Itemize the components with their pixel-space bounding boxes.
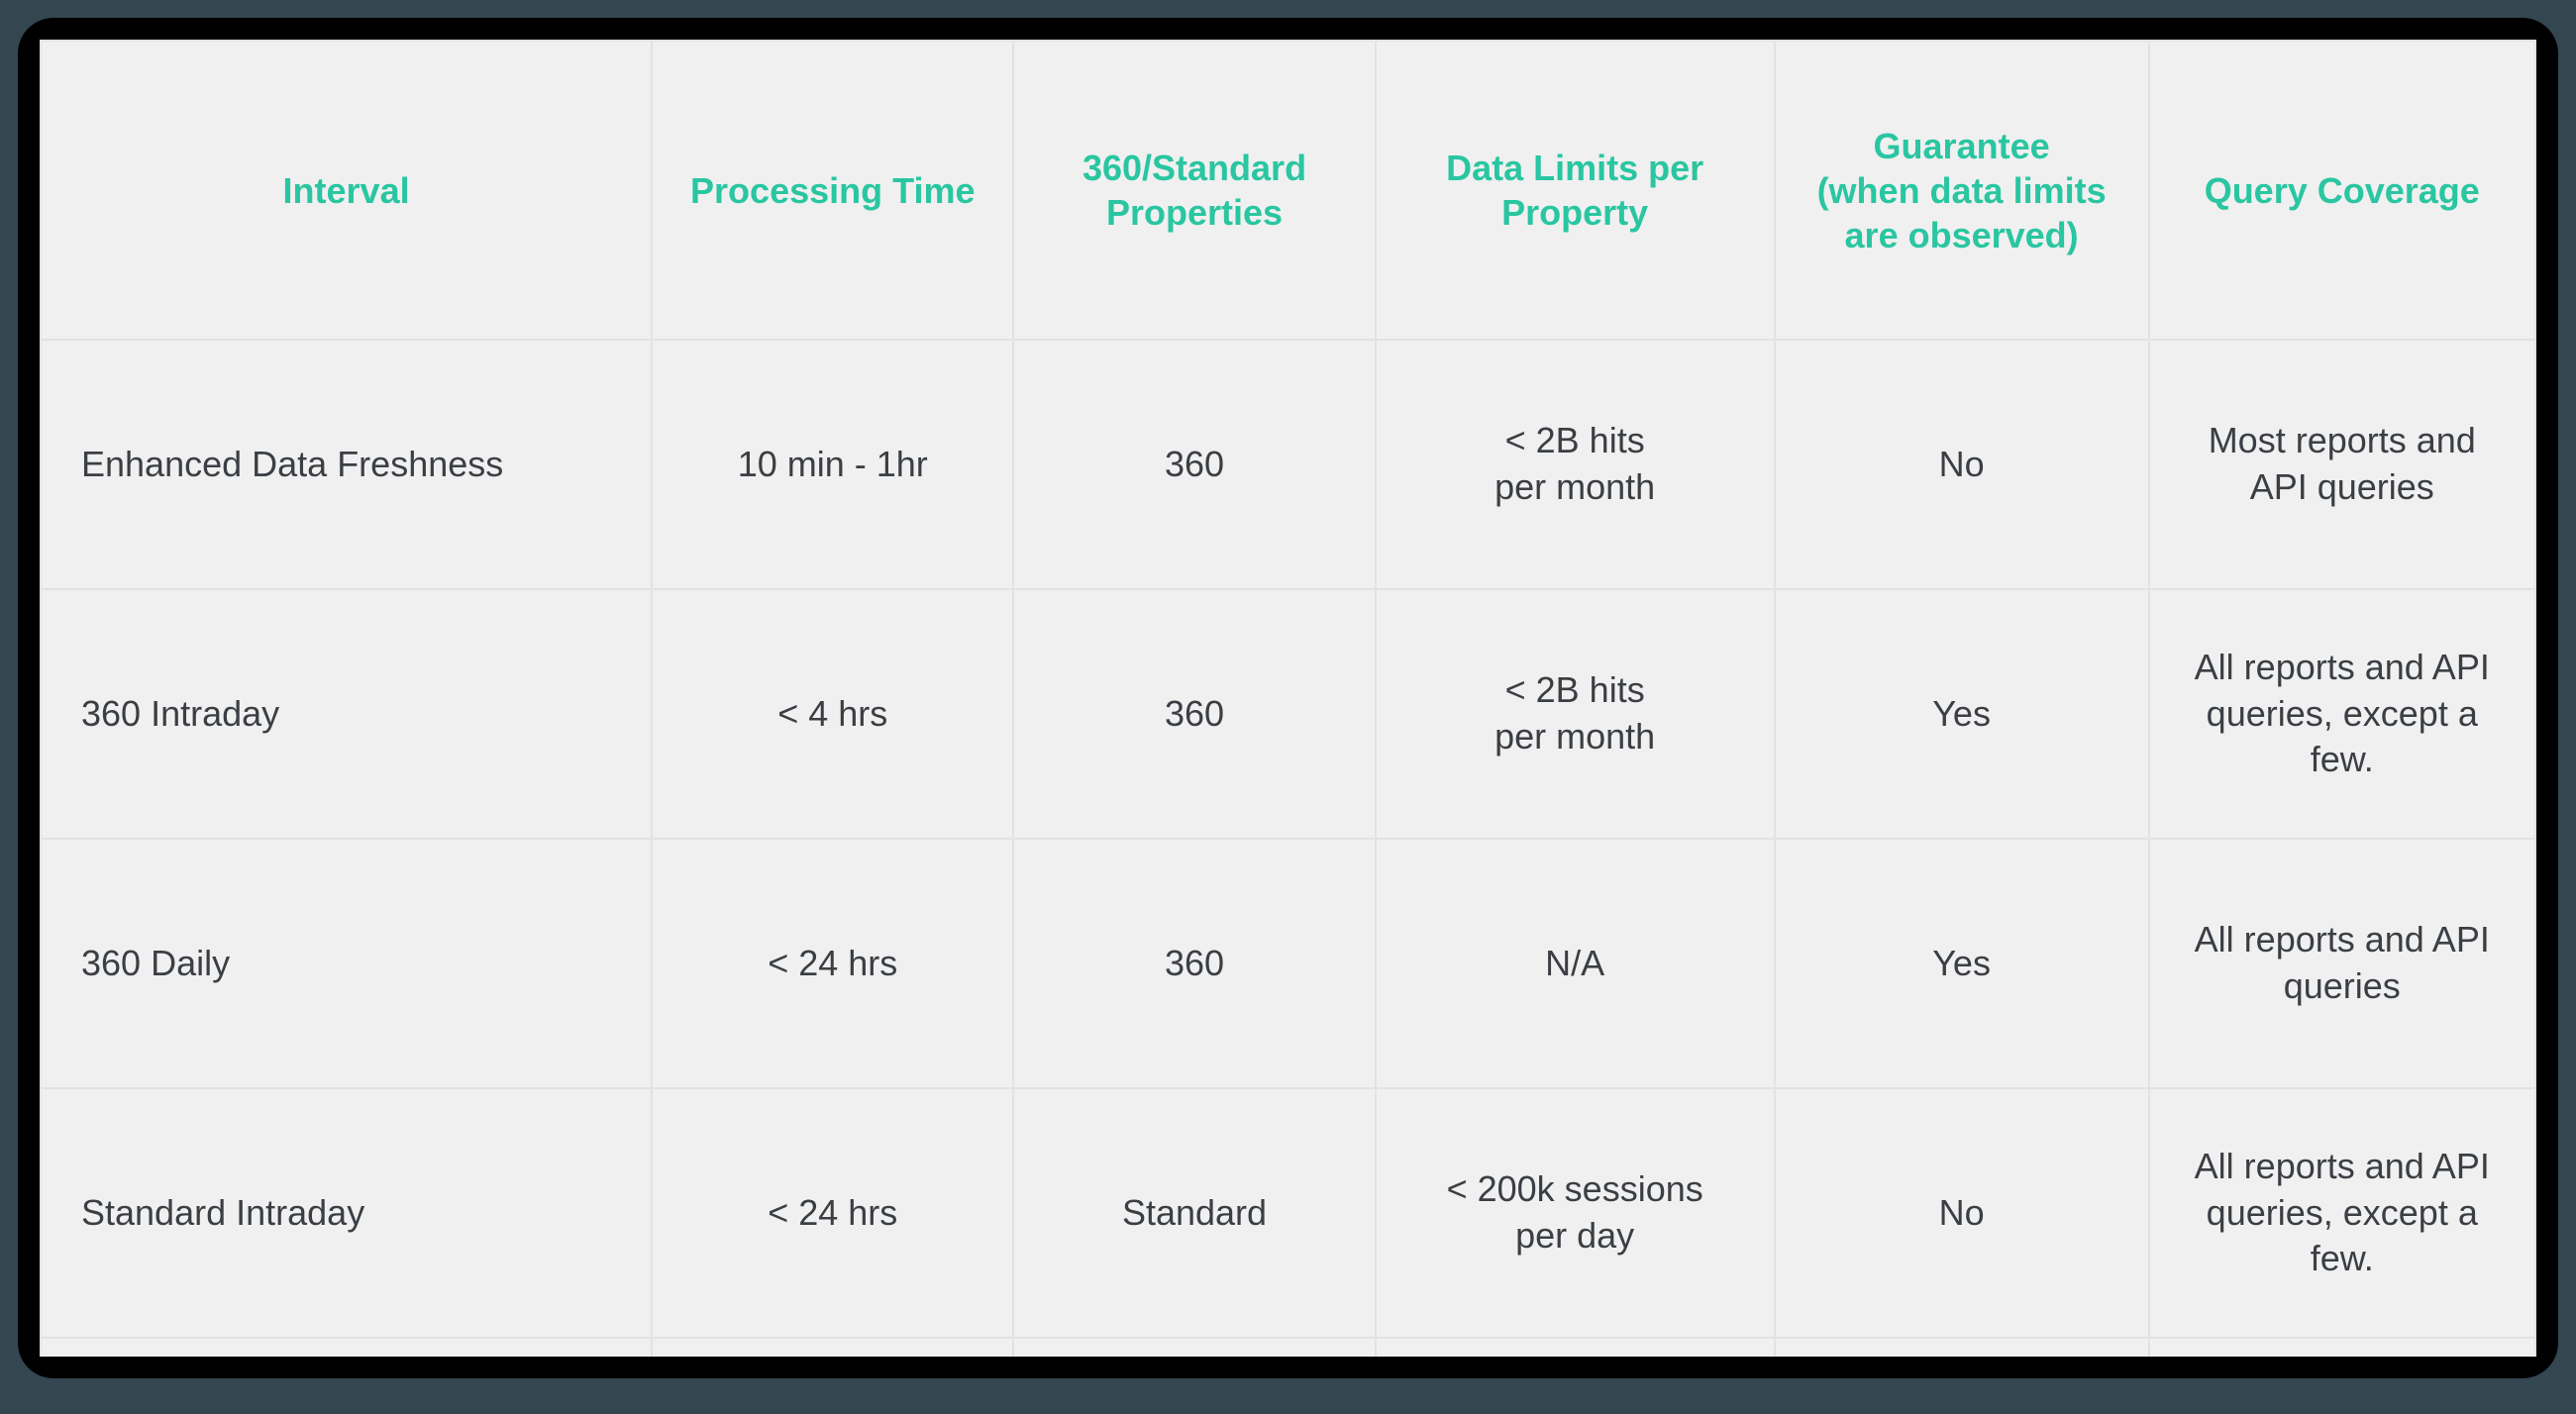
device-frame: Interval Processing Time 360/Standard Pr… bbox=[18, 18, 2558, 1378]
cell-coverage: All reports and API queries bbox=[2149, 1338, 2535, 1357]
table-panel: Interval Processing Time 360/Standard Pr… bbox=[40, 40, 2536, 1357]
cell-processing-time: < 24 hrs bbox=[652, 839, 1013, 1088]
cell-guarantee: Yes bbox=[1775, 589, 2149, 839]
table-row: 360 Daily < 24 hrs 360 N/A Yes All repor… bbox=[41, 839, 2535, 1088]
cell-properties: 360 bbox=[1013, 839, 1375, 1088]
cell-properties: 360 bbox=[1013, 340, 1375, 589]
col-header-coverage: Query Coverage bbox=[2149, 41, 2535, 340]
cell-data-limits: < 2B hitsper month bbox=[1376, 340, 1775, 589]
cell-data-limits: < 2B hitsper month bbox=[1376, 589, 1775, 839]
cell-coverage: All reports and API queries, except a fe… bbox=[2149, 1088, 2535, 1338]
cell-interval: Standard Intraday bbox=[41, 1088, 652, 1338]
cell-properties: Standard bbox=[1013, 1088, 1375, 1338]
table-row: Standard Intraday < 24 hrs Standard < 20… bbox=[41, 1088, 2535, 1338]
cell-properties: Standard bbox=[1013, 1338, 1375, 1357]
cell-interval: 360 Daily bbox=[41, 839, 652, 1088]
cell-properties: 360 bbox=[1013, 589, 1375, 839]
cell-coverage: All reports and API queries bbox=[2149, 839, 2535, 1088]
col-header-guarantee: Guarantee(when data limits are observed) bbox=[1775, 41, 2149, 340]
cell-processing-time: 10 min - 1hr bbox=[652, 340, 1013, 589]
table-row: Standard Daily 24-48 hrs Standard < 10m … bbox=[41, 1338, 2535, 1357]
cell-interval: Enhanced Data Freshness bbox=[41, 340, 652, 589]
data-freshness-table: Interval Processing Time 360/Standard Pr… bbox=[40, 40, 2536, 1357]
cell-coverage: All reports and API queries, except a fe… bbox=[2149, 589, 2535, 839]
cell-processing-time: 24-48 hrs bbox=[652, 1338, 1013, 1357]
table-row: 360 Intraday < 4 hrs 360 < 2B hitsper mo… bbox=[41, 589, 2535, 839]
cell-guarantee: No bbox=[1775, 1088, 2149, 1338]
cell-data-limits: N/A bbox=[1376, 839, 1775, 1088]
cell-processing-time: < 4 hrs bbox=[652, 589, 1013, 839]
table-row: Enhanced Data Freshness 10 min - 1hr 360… bbox=[41, 340, 2535, 589]
cell-interval: Standard Daily bbox=[41, 1338, 652, 1357]
cell-processing-time: < 24 hrs bbox=[652, 1088, 1013, 1338]
col-header-interval: Interval bbox=[41, 41, 652, 340]
col-header-properties: 360/Standard Properties bbox=[1013, 41, 1375, 340]
cell-interval: 360 Intraday bbox=[41, 589, 652, 839]
table-header-row: Interval Processing Time 360/Standard Pr… bbox=[41, 41, 2535, 340]
cell-data-limits: < 10m hitsper month bbox=[1376, 1338, 1775, 1357]
cell-guarantee: No bbox=[1775, 340, 2149, 589]
cell-guarantee: No bbox=[1775, 1338, 2149, 1357]
col-header-data-limits: Data Limits per Property bbox=[1376, 41, 1775, 340]
cell-coverage: Most reports and API queries bbox=[2149, 340, 2535, 589]
cell-guarantee: Yes bbox=[1775, 839, 2149, 1088]
cell-data-limits: < 200k sessionsper day bbox=[1376, 1088, 1775, 1338]
col-header-processing-time: Processing Time bbox=[652, 41, 1013, 340]
